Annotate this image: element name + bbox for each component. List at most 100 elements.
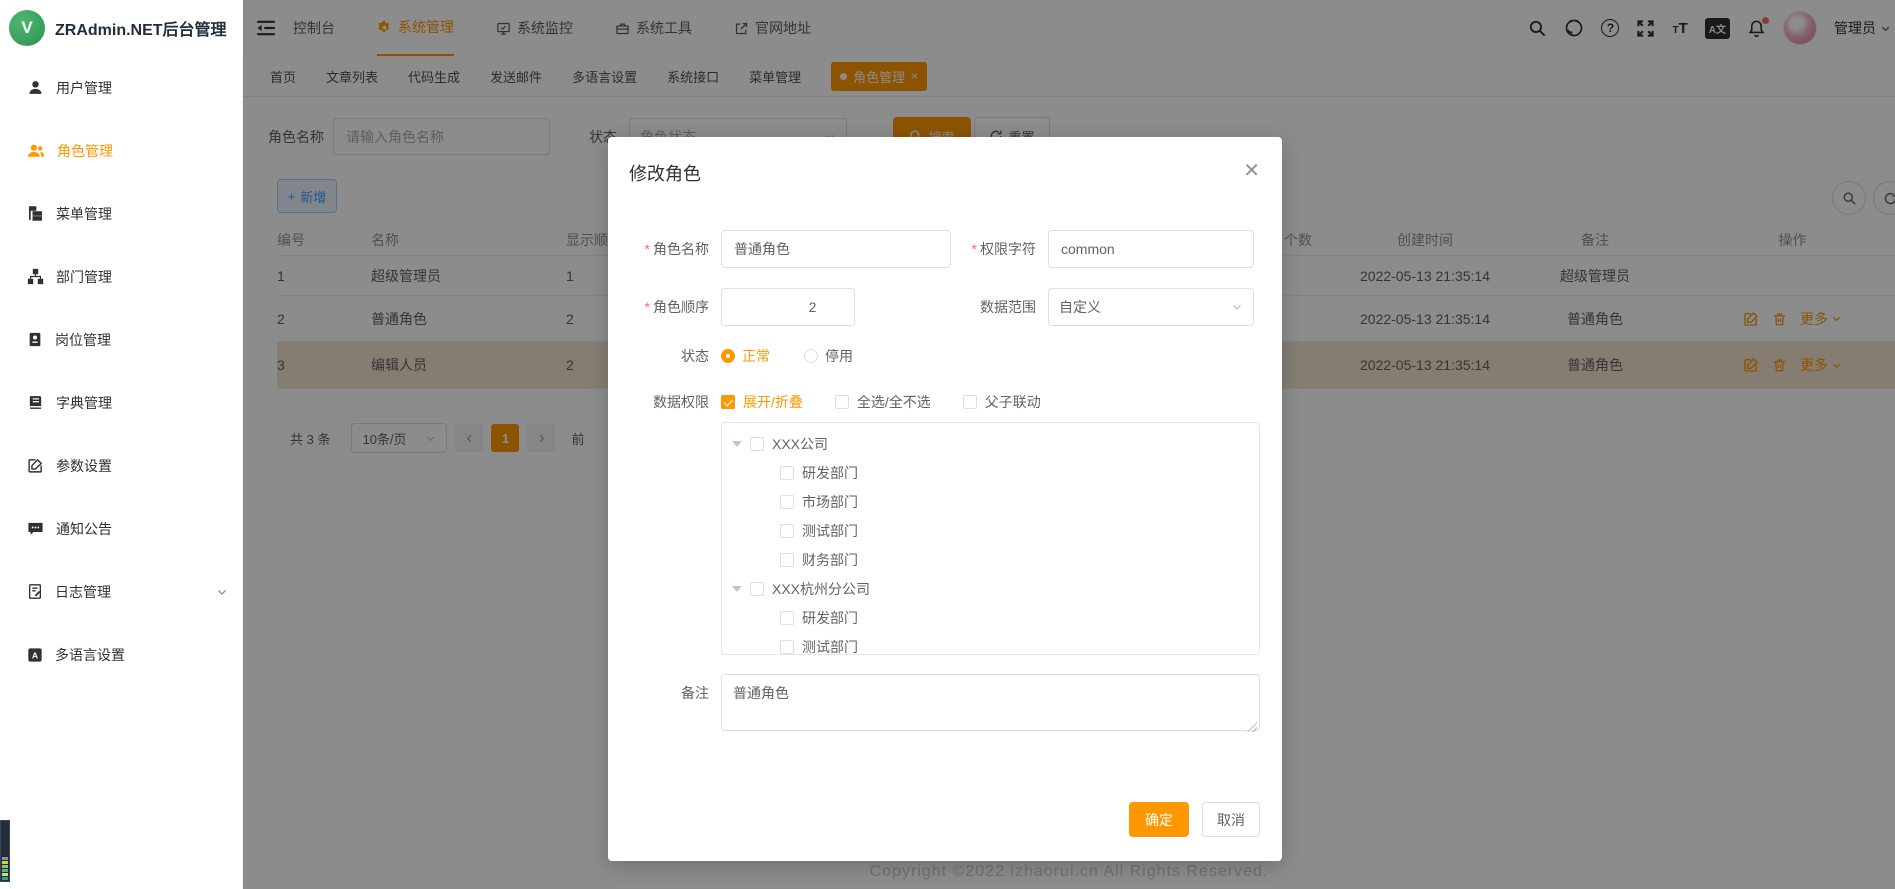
confirm-button[interactable]: 确定 [1129, 802, 1189, 837]
role-order-input[interactable] [722, 289, 855, 325]
radio-unchecked-icon [804, 349, 818, 363]
data-scope-select[interactable]: 自定义 [1048, 288, 1254, 326]
sidebar-item-posts[interactable]: 岗位管理 [0, 308, 242, 371]
caret-down-icon[interactable] [732, 441, 742, 447]
dialog-footer: 确定 取消 [1129, 802, 1260, 837]
tree-node-label: 市场部门 [802, 492, 858, 512]
sidebar-item-logs[interactable]: 日志管理 [0, 560, 242, 623]
select-all-checkbox[interactable]: 全选/全不选 [835, 392, 931, 412]
checkbox-unchecked-icon[interactable] [780, 524, 794, 538]
checkbox-unchecked-icon[interactable] [750, 437, 764, 451]
role-order-label: *角色顺序 [615, 297, 721, 317]
checkbox-unchecked-icon[interactable] [750, 582, 764, 596]
sidebar-item-label: 多语言设置 [55, 645, 125, 665]
svg-text:A: A [32, 650, 39, 660]
users-group-icon [27, 142, 45, 159]
sidebar-item-menus[interactable]: 菜单管理 [0, 182, 242, 245]
sidebar-item-i18n[interactable]: A 多语言设置 [0, 623, 242, 686]
required-asterisk: * [645, 299, 650, 315]
log-file-icon [27, 583, 43, 600]
sitemap-icon [27, 268, 44, 285]
status-radio-disabled[interactable]: 停用 [804, 346, 853, 366]
dialog-close-icon[interactable]: ✕ [1243, 161, 1260, 181]
sidebar-item-label: 参数设置 [56, 456, 112, 476]
radio-label: 正常 [742, 346, 770, 366]
data-scope-value: 自定义 [1059, 297, 1101, 317]
role-order-stepper [721, 288, 855, 326]
remark-label: 备注 [615, 674, 721, 736]
tree-node-branch-company[interactable]: XXX杭州分公司 [722, 574, 1259, 603]
sidebar-item-label: 菜单管理 [56, 204, 112, 224]
sidebar-item-label: 字典管理 [56, 393, 112, 413]
sidebar-item-label: 部门管理 [56, 267, 112, 287]
tree-node-dept[interactable]: 研发部门 [722, 458, 1259, 487]
sidebar-item-roles[interactable]: 角色管理 [0, 119, 242, 182]
perm-char-input[interactable] [1048, 230, 1254, 268]
sidebar-item-departments[interactable]: 部门管理 [0, 245, 242, 308]
status-radio-normal[interactable]: 正常 [721, 346, 770, 366]
sidebar: 用户管理 角色管理 菜单管理 部门管理 岗位管理 字典管理 参数设置 通知公告 … [0, 56, 243, 889]
comment-icon [27, 520, 44, 537]
dialog-body: *角色名称 *权限字符 *角色顺序 数据范围 自定义 [615, 230, 1258, 736]
checkbox-unchecked-icon[interactable] [780, 466, 794, 480]
sidebar-item-label: 日志管理 [55, 582, 111, 602]
tree-node-company[interactable]: XXX公司 [722, 429, 1259, 458]
sidebar-item-label: 通知公告 [56, 519, 112, 539]
logo-section: V ZRAdmin.NET后台管理 [0, 0, 243, 56]
edit-square-icon [27, 457, 44, 474]
sidebar-item-label: 岗位管理 [55, 330, 111, 350]
edit-role-dialog: 修改角色 ✕ *角色名称 *权限字符 *角色顺序 [608, 137, 1282, 861]
sidebar-item-label: 角色管理 [57, 141, 113, 161]
checkbox-unchecked-icon[interactable] [780, 553, 794, 567]
tree-node-label: XXX杭州分公司 [772, 579, 870, 599]
tree-node-label: 测试部门 [802, 521, 858, 541]
id-badge-icon [27, 331, 43, 348]
perm-char-label: *权限字符 [954, 239, 1048, 259]
tree-node-dept[interactable]: 财务部门 [722, 545, 1259, 574]
expand-collapse-checkbox[interactable]: 展开/折叠 [721, 392, 803, 412]
dialog-title: 修改角色 [629, 160, 701, 186]
sidebar-item-users[interactable]: 用户管理 [0, 56, 242, 119]
caret-down-icon[interactable] [732, 586, 742, 592]
tree-node-dept[interactable]: 市场部门 [722, 487, 1259, 516]
data-perms-label: 数据权限 [615, 392, 721, 412]
sidebar-item-notices[interactable]: 通知公告 [0, 497, 242, 560]
tree-node-label: 测试部门 [802, 637, 858, 656]
data-scope-label: 数据范围 [954, 297, 1048, 317]
tree-node-dept[interactable]: 研发部门 [722, 603, 1259, 632]
language-square-icon: A [27, 647, 43, 663]
parent-child-link-checkbox[interactable]: 父子联动 [963, 392, 1041, 412]
tree-node-label: 研发部门 [802, 463, 858, 483]
checkbox-unchecked-icon[interactable] [780, 640, 794, 654]
tree-node-label: 财务部门 [802, 550, 858, 570]
remark-textarea[interactable]: 普通角色 [721, 674, 1260, 731]
taskbar-thumbnail [0, 820, 10, 882]
sidebar-item-label: 用户管理 [56, 78, 112, 98]
radio-checked-icon [721, 349, 735, 363]
dialog-role-name-input[interactable] [721, 230, 951, 268]
chevron-down-icon [216, 586, 228, 598]
menu-tree-icon [27, 205, 44, 222]
required-asterisk: * [645, 241, 650, 257]
chevron-down-icon [1231, 301, 1243, 313]
checkbox-label: 全选/全不选 [857, 392, 931, 412]
permission-tree: XXX公司 研发部门 市场部门 测试部门 财务部门 XXX杭州分公司 [721, 422, 1260, 655]
user-icon [27, 79, 44, 96]
cancel-button[interactable]: 取消 [1202, 802, 1260, 837]
checkbox-unchecked-icon[interactable] [780, 495, 794, 509]
tree-node-dept[interactable]: 测试部门 [722, 516, 1259, 545]
checkbox-unchecked-icon [835, 395, 849, 409]
tree-node-label: 研发部门 [802, 608, 858, 628]
checkbox-label: 父子联动 [985, 392, 1041, 412]
sidebar-item-params[interactable]: 参数设置 [0, 434, 242, 497]
tree-node-label: XXX公司 [772, 434, 828, 454]
checkbox-checked-icon [721, 395, 735, 409]
checkbox-unchecked-icon[interactable] [780, 611, 794, 625]
tree-node-dept[interactable]: 测试部门 [722, 632, 1259, 655]
status-label: 状态 [615, 346, 721, 366]
app-logo: V [9, 10, 45, 46]
app-title: ZRAdmin.NET后台管理 [55, 16, 227, 40]
radio-label: 停用 [825, 346, 853, 366]
sidebar-item-dicts[interactable]: 字典管理 [0, 371, 242, 434]
dictionary-icon [27, 394, 44, 411]
